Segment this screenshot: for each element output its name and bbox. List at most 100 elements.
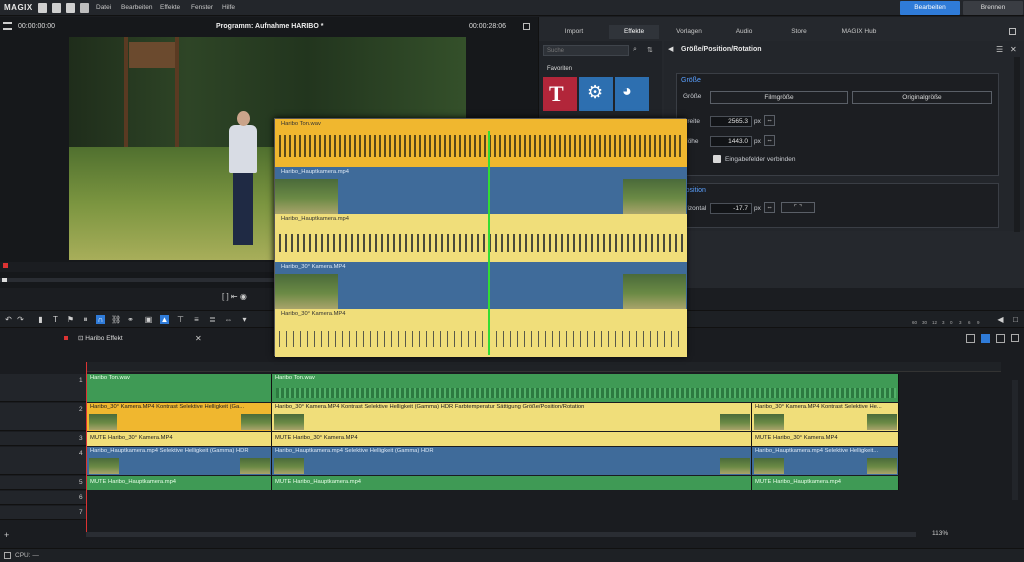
video-clip[interactable]: Haribo_Hauptkamera.mp4 Selektive Helligk… xyxy=(272,447,752,475)
tab-effekte[interactable]: Effekte xyxy=(609,25,659,39)
horizontal-arrows-button[interactable]: ⇔ xyxy=(764,202,775,213)
close-icon[interactable]: ✕ xyxy=(1010,45,1017,54)
timeline-hscrollbar[interactable] xyxy=(86,532,916,537)
menu-effekte[interactable]: Effekte xyxy=(160,4,180,11)
width-arrows-button[interactable]: ⇔ xyxy=(764,115,775,126)
magnet-icon[interactable]: ∩ xyxy=(96,315,105,324)
zoom-level[interactable]: 113% xyxy=(932,530,948,537)
unlink-icon[interactable]: ⚭ xyxy=(126,315,135,324)
tab-store[interactable]: Store xyxy=(774,25,824,39)
video-clip[interactable]: Haribo_30° Kamera.MP4 Kontrast Selektive… xyxy=(272,403,752,431)
tab-vorlagen[interactable]: Vorlagen xyxy=(664,25,714,39)
effects-search-input[interactable]: Suche xyxy=(543,45,629,56)
video-clip[interactable]: Haribo_Hauptkamera.mp4 Selektive Helligk… xyxy=(87,447,272,475)
track-header[interactable]: 5 xyxy=(0,476,86,490)
height-arrows-button[interactable]: ⇔ xyxy=(764,135,775,146)
video-clip[interactable]: Haribo_30° Kamera.MP4 Kontrast Selektive… xyxy=(87,403,272,431)
link-checkbox[interactable] xyxy=(713,155,721,163)
timeline-maximize-icon[interactable]: □ xyxy=(1011,315,1020,324)
audio-clip[interactable]: MUTE Haribo_Hauptkamera.mp4 xyxy=(87,476,272,490)
audio-clip[interactable]: MUTE Haribo_30° Kamera.MP4 xyxy=(752,432,899,446)
transport-controls[interactable]: [ ] ⇤ ◉ xyxy=(222,292,272,302)
properties-scrollbar[interactable] xyxy=(1014,57,1020,232)
undo-icon[interactable]: ↶ xyxy=(4,315,13,324)
audio-clip[interactable]: MUTE Haribo_Hauptkamera.mp4 xyxy=(752,476,899,490)
tab-magix-hub[interactable]: MAGIX Hub xyxy=(829,25,889,39)
timeline-ruler[interactable] xyxy=(86,362,1001,372)
menu-hilfe[interactable]: Hilfe xyxy=(222,4,235,11)
volume-icon[interactable]: ◀ xyxy=(996,315,1005,324)
clip-thumbnail xyxy=(240,458,270,474)
export-icon[interactable] xyxy=(80,3,89,13)
position-section: Position Horizontal -17.7 px ⇔ ⌜ ⌝ xyxy=(676,183,999,228)
align-buttons[interactable]: ⌜ ⌝ xyxy=(781,202,815,213)
gear-effect-tile[interactable]: ⚙ xyxy=(579,77,613,111)
video-clip[interactable]: Haribo_Hauptkamera.mp4 Selektive Helligk… xyxy=(752,447,899,475)
width-input[interactable]: 2565.3 xyxy=(710,116,752,127)
marker-icon[interactable]: ⚑ xyxy=(66,315,75,324)
timeline-tab-close-icon[interactable]: ✕ xyxy=(195,334,202,343)
playhead-marker[interactable] xyxy=(3,263,8,268)
palette-effect-tile[interactable]: ◕ xyxy=(615,77,649,111)
track-header[interactable]: 1 xyxy=(0,374,86,402)
track-header[interactable]: 4 xyxy=(0,447,86,475)
title-effect-tile[interactable]: T xyxy=(543,77,577,111)
ripple-icon[interactable]: ≡ xyxy=(192,315,201,324)
search-icon[interactable]: ⌕ xyxy=(633,46,637,54)
audio-clip[interactable]: MUTE Haribo_30° Kamera.MP4 xyxy=(87,432,272,446)
panel-maximize-icon[interactable] xyxy=(1009,28,1016,35)
view-grid-icon[interactable] xyxy=(966,334,975,343)
track-header[interactable]: 2 xyxy=(0,403,86,431)
multitrack-icon[interactable]: ≣ xyxy=(208,315,217,324)
track-header[interactable]: 3 xyxy=(0,432,86,446)
audio-clip[interactable]: MUTE Haribo_30° Kamera.MP4 xyxy=(272,432,752,446)
fit-icon[interactable]: ▣ xyxy=(144,315,153,324)
timeline-tab-label[interactable]: ⊡ Haribo Effekt xyxy=(78,334,123,342)
redo-icon[interactable]: ↷ xyxy=(16,315,25,324)
track-number: 5 xyxy=(79,479,83,486)
hamburger-icon[interactable] xyxy=(3,22,12,30)
menu-fenster[interactable]: Fenster xyxy=(191,4,213,11)
save-icon[interactable] xyxy=(38,3,47,13)
mode-edit-button[interactable]: Bearbeiten xyxy=(900,1,960,15)
video-clip[interactable]: Haribo_30° Kamera.MP4 Kontrast Selektive… xyxy=(752,403,899,431)
trim-icon[interactable]: ⊤ xyxy=(176,315,185,324)
title-tool-icon[interactable]: T xyxy=(51,315,60,324)
film-size-button[interactable]: Filmgröße xyxy=(710,91,848,104)
tab-import[interactable]: Import xyxy=(549,25,599,39)
mode-burn-button[interactable]: Brennen xyxy=(963,1,1023,15)
sort-icon[interactable]: ⇅ xyxy=(647,46,653,54)
view-storyboard-icon[interactable] xyxy=(996,334,1005,343)
add-track-icon[interactable]: + xyxy=(4,530,9,540)
arranger-maximize-icon[interactable] xyxy=(1011,334,1019,342)
original-size-button[interactable]: Originalgröße xyxy=(852,91,992,104)
horizontal-input[interactable]: -17.7 xyxy=(710,203,752,214)
stretch-icon[interactable]: ⇔ xyxy=(224,315,233,324)
view-tracks-icon[interactable] xyxy=(981,334,990,343)
track-header[interactable]: 7 xyxy=(0,506,86,520)
link-icon[interactable]: ⛓ xyxy=(111,315,121,324)
track-number: 4 xyxy=(79,450,83,457)
new-file-icon[interactable] xyxy=(66,3,75,13)
audio-clip[interactable]: Haribo Ton.wav xyxy=(272,374,899,402)
height-input[interactable]: 1443.0 xyxy=(710,136,752,147)
menu-icon[interactable]: ☰ xyxy=(996,45,1003,54)
section-size-title[interactable]: Größe xyxy=(681,77,701,84)
folder-icon[interactable] xyxy=(52,3,61,13)
delete-icon[interactable]: ▮ xyxy=(36,315,45,324)
maximize-icon[interactable] xyxy=(523,23,530,30)
audio-clip[interactable]: MUTE Haribo_Hauptkamera.mp4 xyxy=(272,476,752,490)
overlay-playhead[interactable] xyxy=(488,131,490,355)
menu-bearbeiten[interactable]: Bearbeiten xyxy=(121,4,152,11)
pointer-icon[interactable]: ▲ xyxy=(160,315,169,324)
menu-datei[interactable]: Datei xyxy=(96,4,111,11)
back-icon[interactable]: ◀ xyxy=(668,45,673,53)
more-tools-icon[interactable]: ▾ xyxy=(240,315,249,324)
timeline-vscrollbar[interactable] xyxy=(1012,380,1018,500)
preview-scroll-thumb[interactable] xyxy=(2,278,7,282)
audio-clip[interactable]: Haribo Ton.wav xyxy=(87,374,272,402)
tab-audio[interactable]: Audio xyxy=(719,25,769,39)
track-header[interactable]: 6 xyxy=(0,491,86,505)
split-icon[interactable]: ⏸ xyxy=(81,315,90,324)
program-title: Programm: Aufnahme HARIBO * xyxy=(216,23,324,30)
